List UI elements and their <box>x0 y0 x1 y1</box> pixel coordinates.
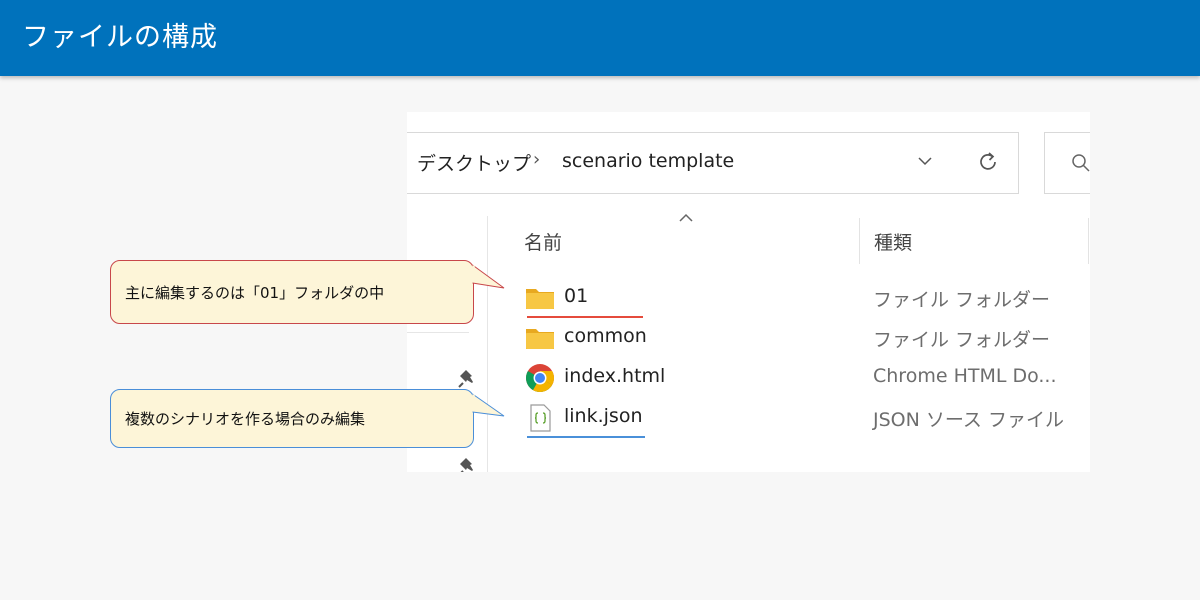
json-file-icon <box>530 404 551 432</box>
callout-multi-scenario: 複数のシナリオを作る場合のみ編集 <box>110 389 474 448</box>
file-row-01[interactable]: 01 ファイル フォルダー <box>407 278 1090 318</box>
file-name: common <box>564 325 647 347</box>
file-type: Chrome HTML Do... <box>873 365 1057 387</box>
file-name: 01 <box>564 285 589 307</box>
file-row-common[interactable]: common ファイル フォルダー <box>407 318 1090 358</box>
search-box[interactable] <box>1044 132 1090 194</box>
callout-main-edit: 主に編集するのは「01」フォルダの中 <box>110 260 474 324</box>
file-row-index-html[interactable]: index.html Chrome HTML Do... <box>407 358 1090 398</box>
callout-pointer <box>472 264 505 289</box>
file-name: index.html <box>564 365 666 387</box>
column-header-type[interactable]: 種類 <box>874 228 912 255</box>
callout-pointer <box>472 393 505 417</box>
search-icon <box>1072 154 1090 172</box>
file-type: JSON ソース ファイル <box>873 409 1064 431</box>
folder-icon <box>526 289 554 309</box>
breadcrumb-separator: › <box>533 149 541 170</box>
column-header-name[interactable]: 名前 <box>524 228 562 255</box>
file-row-link-json[interactable]: link.json JSON ソース ファイル <box>407 398 1090 438</box>
breadcrumb-current-folder[interactable]: scenario template <box>562 150 734 172</box>
callout-text: 主に編集するのは「01」フォルダの中 <box>125 283 385 302</box>
sort-ascending-icon[interactable] <box>677 212 695 224</box>
column-divider[interactable] <box>1088 218 1089 264</box>
chevron-down-icon[interactable] <box>915 151 935 171</box>
page-title: ファイルの構成 <box>22 22 218 53</box>
refresh-icon[interactable] <box>975 149 1001 175</box>
highlight-underline-blue <box>527 436 645 438</box>
folder-icon <box>526 329 554 349</box>
file-type: ファイル フォルダー <box>873 329 1051 351</box>
breadcrumb-desktop[interactable]: デスクトップ <box>417 149 531 176</box>
callout-text: 複数のシナリオを作る場合のみ編集 <box>125 410 366 428</box>
pin-icon[interactable] <box>457 455 479 472</box>
chrome-icon <box>526 364 554 392</box>
header-bar: ファイルの構成 <box>0 0 1200 76</box>
file-name: link.json <box>564 405 643 427</box>
file-type: ファイル フォルダー <box>873 289 1051 311</box>
column-divider[interactable] <box>859 218 860 264</box>
address-bar[interactable]: デスクトップ › scenario template <box>407 132 1019 194</box>
file-explorer-window: デスクトップ › scenario template 名前 種類 01 ファイル… <box>407 112 1090 472</box>
